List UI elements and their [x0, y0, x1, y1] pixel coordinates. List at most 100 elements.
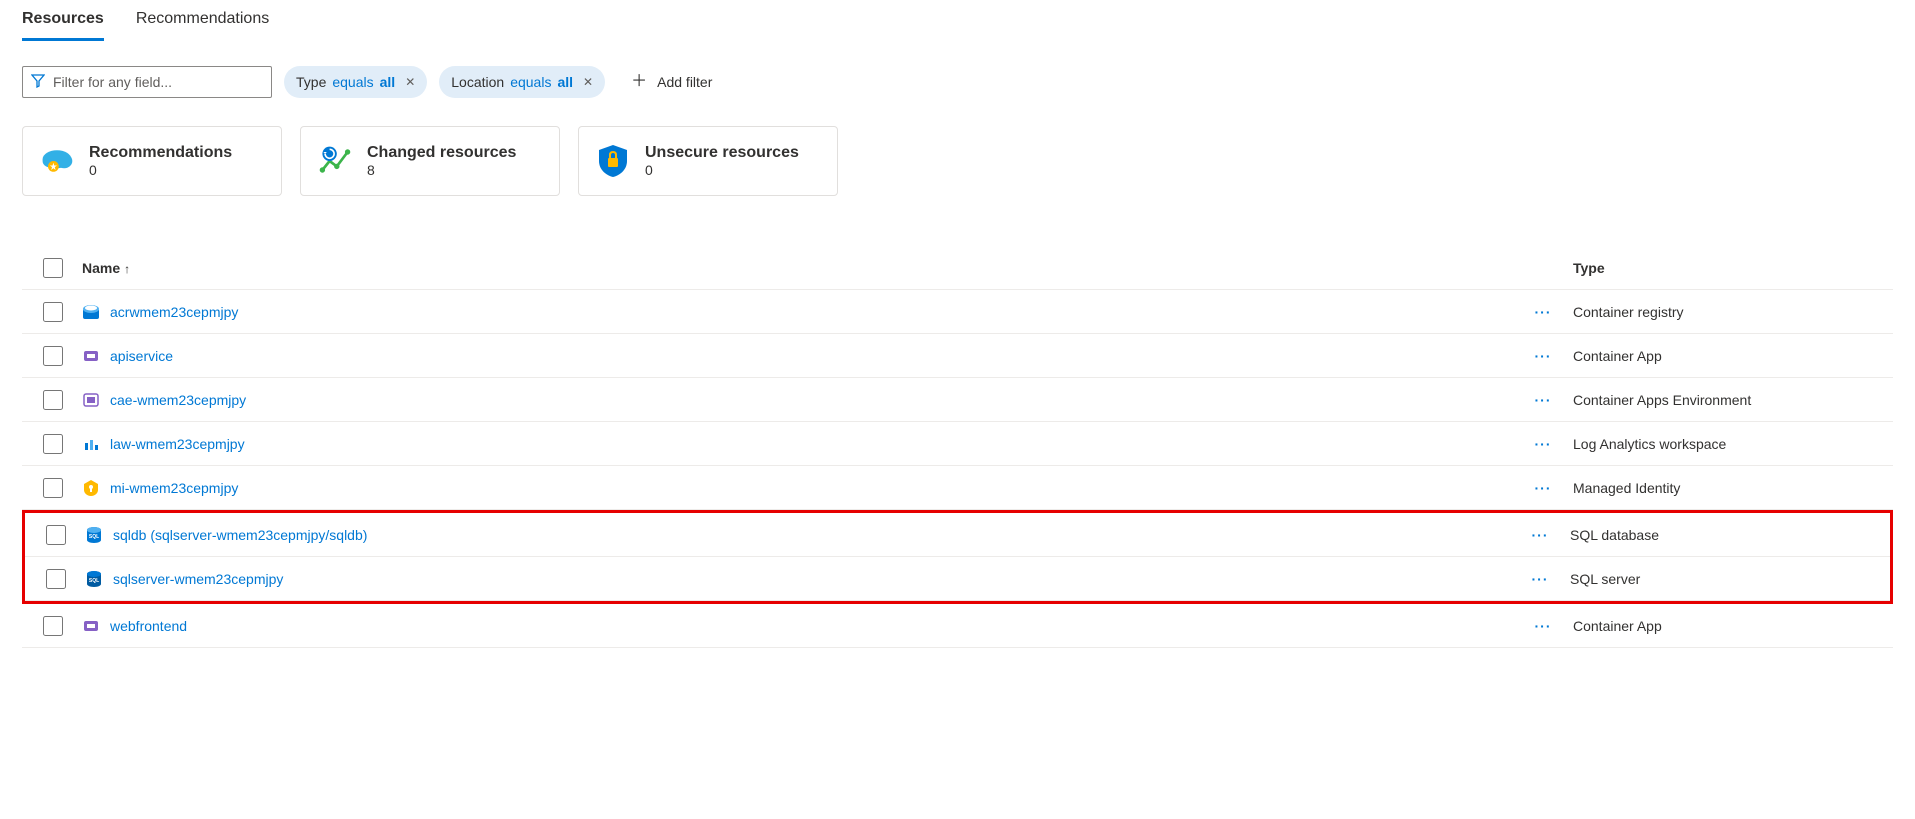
more-actions-button[interactable]: ···: [1513, 392, 1573, 408]
pill-val: all: [557, 74, 573, 90]
pill-val: all: [380, 74, 396, 90]
more-actions-button[interactable]: ···: [1513, 618, 1573, 634]
close-icon[interactable]: ✕: [583, 75, 593, 89]
name-cell: sqlserver-wmem23cepmjpy: [85, 570, 1510, 588]
type-cell: Managed Identity: [1573, 480, 1893, 496]
name-cell: webfrontend: [82, 617, 1513, 635]
row-checkbox[interactable]: [43, 434, 63, 454]
row-checkbox[interactable]: [43, 346, 63, 366]
filter-pill-type[interactable]: Type equals all ✕: [284, 66, 427, 98]
table-row: cae-wmem23cepmjpy···Container Apps Envir…: [22, 378, 1893, 422]
filter-row: Type equals all ✕ Location equals all ✕ …: [22, 66, 1893, 98]
type-cell: SQL server: [1570, 571, 1890, 587]
row-checkbox-cell: [22, 387, 82, 413]
name-cell: cae-wmem23cepmjpy: [82, 391, 1513, 409]
close-icon[interactable]: ✕: [405, 75, 415, 89]
add-filter-label: Add filter: [657, 74, 712, 90]
row-checkbox-cell: [25, 566, 85, 592]
cloud-badge-icon: [39, 143, 75, 179]
refresh-chart-icon: [317, 143, 353, 179]
row-checkbox-cell: [22, 475, 82, 501]
resource-link[interactable]: apiservice: [110, 348, 173, 364]
plus-icon: ＋: [631, 74, 647, 90]
card-unsecure-resources[interactable]: Unsecure resources 0: [578, 126, 838, 196]
row-checkbox[interactable]: [46, 525, 66, 545]
type-cell: Container registry: [1573, 304, 1893, 320]
sort-asc-icon: ↑: [124, 262, 130, 276]
more-actions-button[interactable]: ···: [1513, 436, 1573, 452]
sqldb-icon: [85, 526, 103, 544]
row-checkbox-cell: [22, 431, 82, 457]
column-header-name[interactable]: Name↑: [82, 260, 1513, 276]
resource-link[interactable]: mi-wmem23cepmjpy: [110, 480, 238, 496]
card-count: 8: [367, 162, 516, 178]
pill-op: equals: [510, 74, 551, 90]
tab-bar: Resources Recommendations: [22, 4, 1893, 42]
type-cell: Log Analytics workspace: [1573, 436, 1893, 452]
capp-icon: [82, 617, 100, 635]
table-row: sqlserver-wmem23cepmjpy ···SQL server: [25, 557, 1890, 601]
row-checkbox[interactable]: [46, 569, 66, 589]
column-header-type[interactable]: Type: [1573, 260, 1893, 276]
type-cell: Container App: [1573, 618, 1893, 634]
filter-pill-location[interactable]: Location equals all ✕: [439, 66, 605, 98]
table-row: apiservice ···Container App: [22, 334, 1893, 378]
table-row: webfrontend ···Container App: [22, 604, 1893, 648]
capp-icon: [82, 347, 100, 365]
cae-icon: [82, 391, 100, 409]
table-row: sqldb (sqlserver-wmem23cepmjpy/sqldb) ···…: [25, 513, 1890, 557]
row-checkbox[interactable]: [43, 478, 63, 498]
resource-link[interactable]: sqlserver-wmem23cepmjpy: [113, 571, 283, 587]
law-icon: [82, 435, 100, 453]
more-actions-button[interactable]: ···: [1510, 571, 1570, 587]
resource-link[interactable]: sqldb (sqlserver-wmem23cepmjpy/sqldb): [113, 527, 367, 543]
filter-input-wrap[interactable]: [22, 66, 272, 98]
name-cell: mi-wmem23cepmjpy: [82, 479, 1513, 497]
pill-label: Location: [451, 74, 504, 90]
more-actions-button[interactable]: ···: [1513, 348, 1573, 364]
row-checkbox-cell: [22, 299, 82, 325]
name-cell: law-wmem23cepmjpy: [82, 435, 1513, 453]
card-title: Unsecure resources: [645, 144, 799, 162]
resource-link[interactable]: cae-wmem23cepmjpy: [110, 392, 246, 408]
card-title: Changed resources: [367, 144, 516, 162]
table-row: law-wmem23cepmjpy ···Log Analytics worksp…: [22, 422, 1893, 466]
more-actions-button[interactable]: ···: [1513, 304, 1573, 320]
type-cell: SQL database: [1570, 527, 1890, 543]
row-checkbox[interactable]: [43, 390, 63, 410]
row-checkbox[interactable]: [43, 302, 63, 322]
table-header: Name↑ Type: [22, 246, 1893, 290]
card-count: 0: [645, 162, 799, 178]
card-title: Recommendations: [89, 144, 232, 162]
card-changed-resources[interactable]: Changed resources 8: [300, 126, 560, 196]
tab-resources[interactable]: Resources: [22, 4, 104, 41]
shield-lock-icon: [595, 143, 631, 179]
tab-recommendations[interactable]: Recommendations: [136, 4, 269, 41]
resource-table: Name↑ Type acrwmem23cepmjpy···Container …: [22, 246, 1893, 648]
pill-op: equals: [332, 74, 373, 90]
card-count: 0: [89, 162, 232, 178]
select-all-checkbox[interactable]: [43, 258, 63, 278]
filter-input[interactable]: [51, 73, 263, 91]
row-checkbox-cell: [22, 613, 82, 639]
resource-link[interactable]: law-wmem23cepmjpy: [110, 436, 245, 452]
highlight-box: sqldb (sqlserver-wmem23cepmjpy/sqldb) ···…: [22, 510, 1893, 604]
add-filter-button[interactable]: ＋ Add filter: [617, 66, 726, 98]
resource-link[interactable]: acrwmem23cepmjpy: [110, 304, 238, 320]
row-checkbox-cell: [22, 343, 82, 369]
table-row: acrwmem23cepmjpy ···Container registry: [22, 290, 1893, 334]
more-actions-button[interactable]: ···: [1510, 527, 1570, 543]
summary-cards: Recommendations 0 Changed resources 8 Un…: [22, 126, 1893, 196]
row-checkbox-cell: [25, 522, 85, 548]
row-checkbox[interactable]: [43, 616, 63, 636]
mi-icon: [82, 479, 100, 497]
filter-icon: [31, 74, 45, 91]
type-cell: Container App: [1573, 348, 1893, 364]
table-row: mi-wmem23cepmjpy ···Managed Identity: [22, 466, 1893, 510]
more-actions-button[interactable]: ···: [1513, 480, 1573, 496]
card-recommendations[interactable]: Recommendations 0: [22, 126, 282, 196]
select-all-cell: [22, 255, 82, 281]
name-cell: acrwmem23cepmjpy: [82, 303, 1513, 321]
name-cell: apiservice: [82, 347, 1513, 365]
resource-link[interactable]: webfrontend: [110, 618, 187, 634]
